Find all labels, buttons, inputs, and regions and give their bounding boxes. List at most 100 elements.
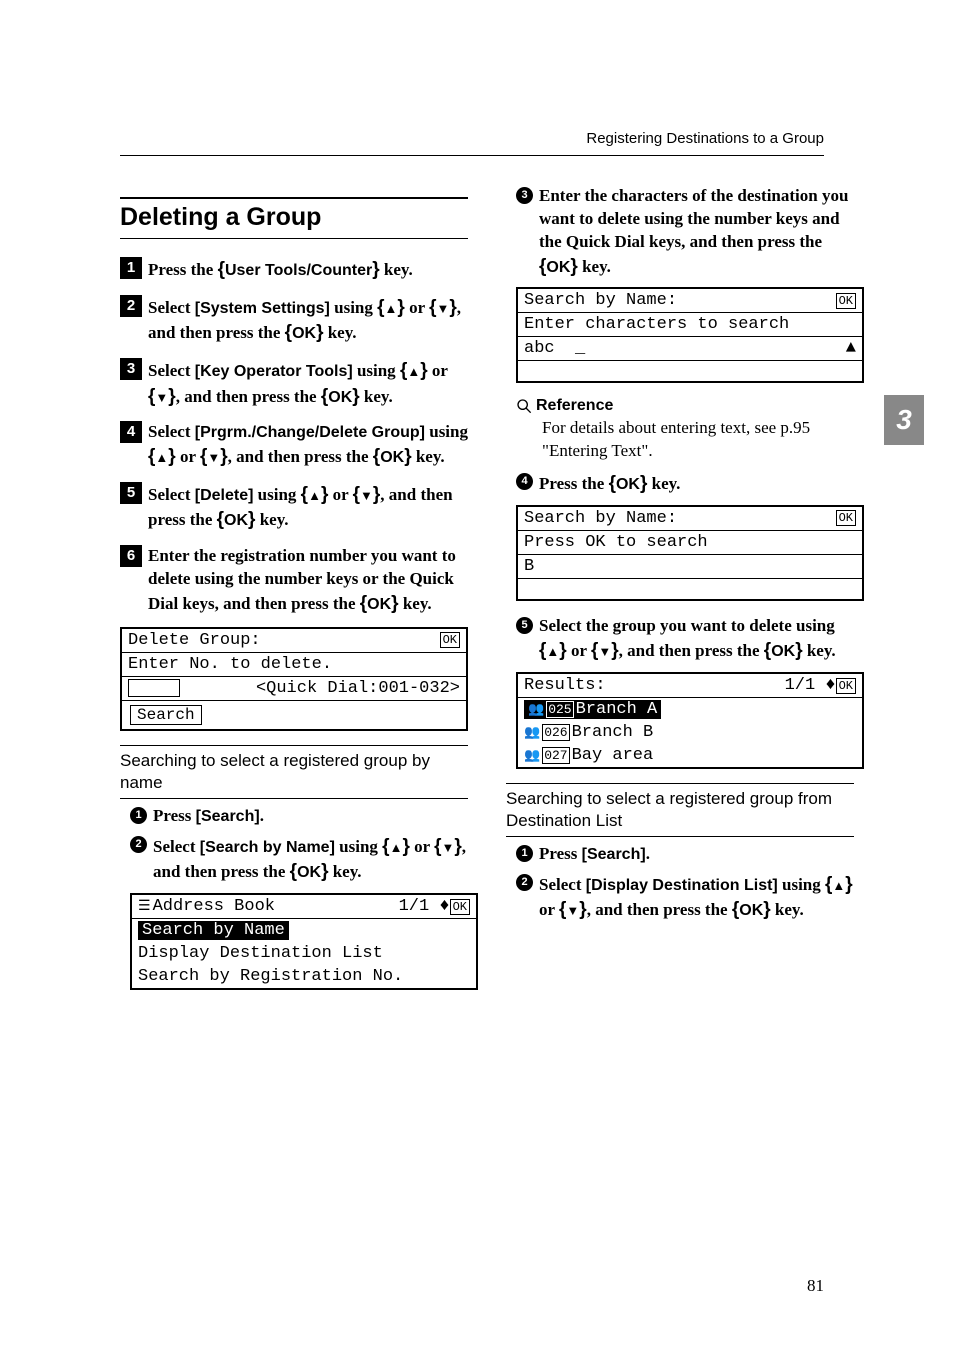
t: , and then press the <box>587 900 732 919</box>
ok-key-label: OK <box>616 476 640 493</box>
screen1-prompt: Enter No. to delete. <box>128 655 332 674</box>
t: key. <box>647 474 680 493</box>
step-2: 2 Select [System Settings] using {▲} or … <box>120 295 468 346</box>
t: key. <box>255 510 288 529</box>
t: using <box>425 422 468 441</box>
list-icon: ☰ <box>138 899 151 915</box>
substep-number-icon: 4 <box>516 473 533 490</box>
input-cursor[interactable]: _ <box>575 339 585 358</box>
t: , and then press the <box>176 387 321 406</box>
search-label: [Search] <box>196 808 260 825</box>
down-arrow-icon: ▼ <box>598 644 611 659</box>
sub-step-b1: 1 Press [Search]. <box>516 843 854 866</box>
down-arrow-icon: ▼ <box>566 903 579 918</box>
t: Press the <box>539 474 609 493</box>
screen2-row2[interactable]: Display Destination List <box>138 944 383 963</box>
step-number-icon: 5 <box>120 482 142 504</box>
sub-rule <box>506 783 854 784</box>
header-rule <box>120 155 824 156</box>
page-number: 81 <box>807 1276 824 1296</box>
substep-number-icon: 2 <box>516 874 533 891</box>
quick-dial-hint: <Quick Dial:001-032> <box>180 679 460 698</box>
down-arrow-icon: ▼ <box>360 488 373 503</box>
step-number-icon: 3 <box>120 358 142 380</box>
step-5: 5 Select [Delete] using {▲} or {▼}, and … <box>120 482 468 533</box>
t: key. <box>803 641 836 660</box>
screen4-value: B <box>524 557 534 576</box>
up-arrow-icon: ▲ <box>546 644 559 659</box>
reference-body: For details about entering text, see p.9… <box>542 417 854 463</box>
down-arrow-icon: ▼ <box>207 450 220 465</box>
t: . <box>260 806 264 825</box>
ok-key-label: OK <box>292 325 316 342</box>
subsection-b-title: Searching to select a registered group f… <box>506 788 854 832</box>
result-name: Bay area <box>572 746 654 765</box>
up-arrow-icon: ▲ <box>832 878 845 893</box>
search-button[interactable]: Search <box>130 705 202 725</box>
ok-indicator-icon: OK <box>836 510 856 526</box>
screen4-title: Search by Name: <box>524 509 677 528</box>
ok-key-label: OK <box>771 643 795 660</box>
prgrm-group-label: [Prgrm./Change/Delete Group] <box>195 424 425 441</box>
sub-step-a4: 4 Press the {OK} key. <box>516 471 854 497</box>
t: or <box>410 837 434 856</box>
reference-icon <box>516 398 532 414</box>
step1-text-a: Press the <box>148 260 218 279</box>
substep-number-icon: 5 <box>516 617 533 634</box>
header-right-text: Registering Destinations to a Group <box>586 130 824 147</box>
screen1-title: Delete Group: <box>128 631 261 650</box>
substep-number-icon: 3 <box>516 187 533 204</box>
t: Press <box>539 844 582 863</box>
result-name: Branch A <box>576 700 658 719</box>
user-tools-key-label: User Tools/Counter <box>225 262 372 279</box>
updown-icon: ♦ <box>439 897 449 916</box>
number-input[interactable] <box>128 679 180 697</box>
step1-text-b: key. <box>380 260 413 279</box>
result-id: 025 <box>546 701 573 718</box>
t: or <box>567 641 591 660</box>
up-arrow-icon: ▲ <box>385 301 398 316</box>
result-row[interactable]: 027Bay area <box>524 746 653 765</box>
t: . <box>646 844 650 863</box>
result-row-selected[interactable]: 025Branch A <box>524 700 661 719</box>
left-column: Deleting a Group 1 Press the {User Tools… <box>120 185 468 1004</box>
t: key. <box>578 257 611 276</box>
t: , and then press the <box>619 641 764 660</box>
t: key. <box>412 447 445 466</box>
ok-key-label: OK <box>739 902 763 919</box>
t: key. <box>399 594 432 613</box>
search-by-name-entry-screen: Search by Name: OK Enter characters to s… <box>516 287 864 383</box>
t: or <box>328 485 352 504</box>
t: Select <box>148 422 195 441</box>
t: or <box>176 447 200 466</box>
up-arrow-icon: ▲ <box>308 488 321 503</box>
section-rule-bot <box>120 238 468 239</box>
screen2-row-selected[interactable]: Search by Name <box>138 921 289 940</box>
screen4-prompt: Press OK to search <box>524 533 708 552</box>
result-name: Branch B <box>572 723 654 742</box>
up-arrow-icon: ▲ <box>390 840 403 855</box>
substep-number-icon: 2 <box>130 836 147 853</box>
t: using <box>330 298 377 317</box>
screen3-prompt: Enter characters to search <box>524 315 789 334</box>
ok-indicator-icon: OK <box>836 678 856 694</box>
screen3-title: Search by Name: <box>524 291 677 310</box>
screen2-row3[interactable]: Search by Registration No. <box>138 967 403 986</box>
t: using <box>353 361 400 380</box>
screen2-title: Address Book <box>153 897 275 916</box>
result-row[interactable]: 026Branch B <box>524 723 653 742</box>
delete-label: [Delete] <box>195 487 254 504</box>
t: Select <box>148 298 195 317</box>
ok-key-label: OK <box>328 389 352 406</box>
sub-step-a2: 2 Select [Search by Name] using {▲} or {… <box>130 834 468 885</box>
right-column: 3 Enter the characters of the destinatio… <box>506 185 854 1004</box>
step-number-icon: 4 <box>120 421 142 443</box>
reference-heading: Reference <box>516 397 854 415</box>
step-6: 6 Enter the registration number you want… <box>120 545 468 617</box>
sub-rule <box>120 745 468 746</box>
t: key. <box>771 900 804 919</box>
group-icon <box>528 700 544 719</box>
step-number-icon: 1 <box>120 257 142 279</box>
shift-icon: ▲ <box>846 339 856 358</box>
ok-key-label: OK <box>380 449 404 466</box>
